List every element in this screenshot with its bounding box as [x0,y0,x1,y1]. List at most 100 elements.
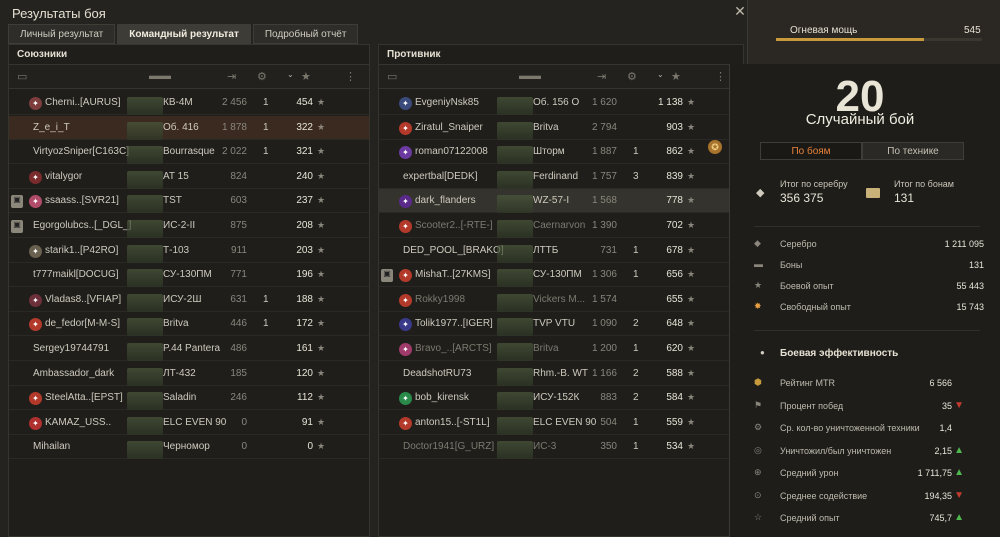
table-row[interactable]: ✦ KAMAZ_USS.. ELC EVEN 90 0 91 ★ [9,411,369,435]
damage-value: 1 090 [591,318,617,330]
player-name[interactable]: expertbal[DEDK] [403,171,477,182]
tank-name: Т-103 [163,244,190,256]
tab-by-vehicle[interactable]: По технике [862,142,964,160]
close-icon[interactable]: ✕ [733,4,747,18]
player-name[interactable]: Cherni..[AURUS] [45,97,121,108]
player-name[interactable]: SteelAtta..[EPST] [45,392,123,403]
table-row[interactable]: Z_e_i_T Об. 416 1 878 1 322 ★ [9,115,369,140]
table-row[interactable]: ▣ ✦ ssaass..[SVR21] TST 603 237 ★ [9,189,369,214]
table-row[interactable]: ✦ de_fedor[M-M-S] Britva 446 1 172 ★ [9,312,369,337]
stat-row: ▬ Боны 131 [754,258,984,274]
tab-team[interactable]: Командный результат [117,24,251,44]
stat-value: 1 711,75 [917,468,952,478]
tab-detailed[interactable]: Подробный отчёт [252,24,359,44]
player-name[interactable]: Rokky1998 [415,294,465,305]
player-name[interactable]: starik1..[P42RO] [45,245,118,256]
player-name[interactable]: Bravo_..[ARCTS] [415,343,492,354]
tank-column-icon[interactable]: ▬▬ [149,70,171,82]
tank-column-icon[interactable]: ▬▬ [519,70,541,82]
table-row[interactable]: ✦ Tolik1977..[IGER] TVP VTU 1 090 2 648 ★ [379,312,743,337]
tab-by-battles[interactable]: По боям [760,142,862,160]
player-name[interactable]: Sergey19744791 [33,343,109,354]
table-row[interactable]: ✦ roman07122008 Шторм 1 887 1 862 ★ [379,140,743,165]
table-row[interactable]: Doctor1941[G_URZ] ИС-3 350 1 534 ★ [379,435,743,460]
player-name[interactable]: Vladas8..[VFIAP] [45,294,121,305]
xp-column-icon[interactable]: ★ [671,70,681,83]
table-row[interactable]: ▣ Egorgolubcs..[_DGL_] ИС-2-II 875 208 ★ [9,214,369,238]
player-name[interactable]: t777maikl[DOCUG] [33,269,119,280]
tab-personal[interactable]: Личный результат [8,24,116,44]
table-row[interactable]: ✦ Scooter2..[-RTE-] Caernarvon 1 390 702 ★ [379,214,743,238]
kills-value: 2 [633,318,639,330]
kills-column-icon[interactable]: ⚙ [257,70,267,83]
xp-icon: ★ [754,280,763,290]
player-name[interactable]: Z_e_i_T [33,122,70,133]
kills-column-icon[interactable]: ⚙ [627,70,637,83]
damage-value: 446 [230,318,247,330]
player-name[interactable]: KAMAZ_USS.. [45,417,111,428]
damage-column-icon[interactable]: ⇥ [597,70,606,83]
xp-column-icon[interactable]: ★ [301,70,311,83]
table-row[interactable]: expertbal[DEDK] Ferdinand 1 757 3 839 ★ [379,165,743,189]
player-name[interactable]: bob_kirensk [415,392,469,403]
damage-value: 1 200 [591,343,617,354]
table-row[interactable]: Sergey19744791 P.44 Pantera 486 161 ★ [9,337,369,361]
divider [754,330,980,331]
player-name[interactable]: Ambassador_dark [33,368,114,379]
kills-value: 1 [263,121,269,133]
table-row[interactable]: t777maikl[DOCUG] СУ-130ПМ 771 196 ★ [9,263,369,288]
table-row[interactable]: VirtyozSniper[C163C] Bourrasque 2 022 1 321 ★ [9,140,369,165]
squad-column-icon[interactable]: ▭ [17,70,27,83]
status-column-icon[interactable]: ⋮ [345,70,356,83]
kills-value: 1 [633,244,639,256]
player-name[interactable]: MishaT..[27KMS] [415,269,491,280]
damage-column-icon[interactable]: ⇥ [227,70,236,83]
player-name[interactable]: de_fedor[M-M-S] [45,318,120,329]
stat-row: ★ Боевой опыт 55 443 [754,279,984,295]
table-row[interactable]: ✦ anton15..[-ST1L] ELC EVEN 90 504 1 559 ★ [379,411,743,435]
player-name[interactable]: VirtyozSniper[C163C] [33,146,129,157]
table-row[interactable]: ✦ Vladas8..[VFIAP] ИСУ-2Ш 631 1 188 ★ [9,288,369,312]
damage-value: 486 [230,343,247,354]
xp-value: 321 [296,146,313,158]
table-row[interactable]: ▣ ✦ MishaT..[27KMS] СУ-130ПМ 1 306 1 656 ★ [379,263,743,288]
xp-star-icon: ★ [687,416,696,427]
table-row[interactable]: Mihailan Черномор 0 0 ★ [9,435,369,460]
status-column-icon[interactable]: ⋮ [715,70,726,83]
player-name[interactable]: Doctor1941[G_URZ] [403,441,494,452]
player-name[interactable]: EvgeniyNsk85 [415,97,479,108]
sort-chevron-icon[interactable]: ⌄ [657,70,664,79]
table-row[interactable]: DED_POOL_[BRAKO] ЛТТБ 731 1 678 ★ [379,239,743,263]
table-row[interactable]: ✦ dark_flanders WZ-57-I 1 568 778 ★ [379,189,743,214]
table-row[interactable]: ✦ Ziratul_Snaiper Britva 2 794 903 ★ [379,116,743,140]
table-row[interactable]: ✦ EvgeniyNsk85 Об. 156 О 1 620 1 138 ★ [379,91,743,115]
table-row[interactable]: ✦ SteelAtta..[EPST] Saladin 246 112 ★ [9,386,369,411]
table-row[interactable]: DeadshotRU73 Rhm.-B. WT 1 166 2 588 ★ [379,362,743,386]
player-name[interactable]: Mihailan [33,441,70,452]
player-name[interactable]: DED_POOL_[BRAKO] [403,245,504,256]
stat-value: 745,7 [929,513,952,523]
player-name[interactable]: roman07122008 [415,146,488,157]
player-name[interactable]: DeadshotRU73 [403,368,471,379]
player-name[interactable]: dark_flanders [415,195,476,206]
player-name[interactable]: ssaass..[SVR21] [45,195,119,206]
player-name[interactable]: anton15..[-ST1L] [415,417,490,428]
stat-label: Среднее содействие [780,490,868,501]
player-name[interactable]: Ziratul_Snaiper [415,122,483,133]
table-row[interactable]: ✦ Cherni..[AURUS] КВ-4М 2 456 1 454 ★ [9,91,369,115]
squad-column-icon[interactable]: ▭ [387,70,397,83]
table-row[interactable]: ✦ starik1..[P42RO] Т-103 911 203 ★ [9,239,369,263]
table-row[interactable]: ✦ Rokky1998 Vickers M... 1 574 655 ★ [379,288,743,312]
player-name[interactable]: Scooter2..[-RTE-] [415,220,493,231]
player-name[interactable]: Egorgolubcs..[_DGL_] [33,220,131,231]
table-row[interactable]: ✦ bob_kirensk ИСУ-152К 883 2 584 ★ [379,386,743,411]
player-name[interactable]: vitalygor [45,171,82,182]
stat-label: Процент побед [780,400,844,411]
collapse-icon[interactable]: ● [760,348,765,357]
table-row[interactable]: ✦ Bravo_..[ARCTS] Britva 1 200 1 620 ★ [379,337,743,361]
table-row[interactable]: ✦ vitalygor AT 15 824 240 ★ [9,165,369,189]
tank-name: Britva [163,318,189,330]
sort-chevron-icon[interactable]: ⌄ [287,70,294,79]
player-name[interactable]: Tolik1977..[IGER] [415,318,493,329]
table-row[interactable]: Ambassador_dark ЛТ-432 185 120 ★ [9,362,369,386]
